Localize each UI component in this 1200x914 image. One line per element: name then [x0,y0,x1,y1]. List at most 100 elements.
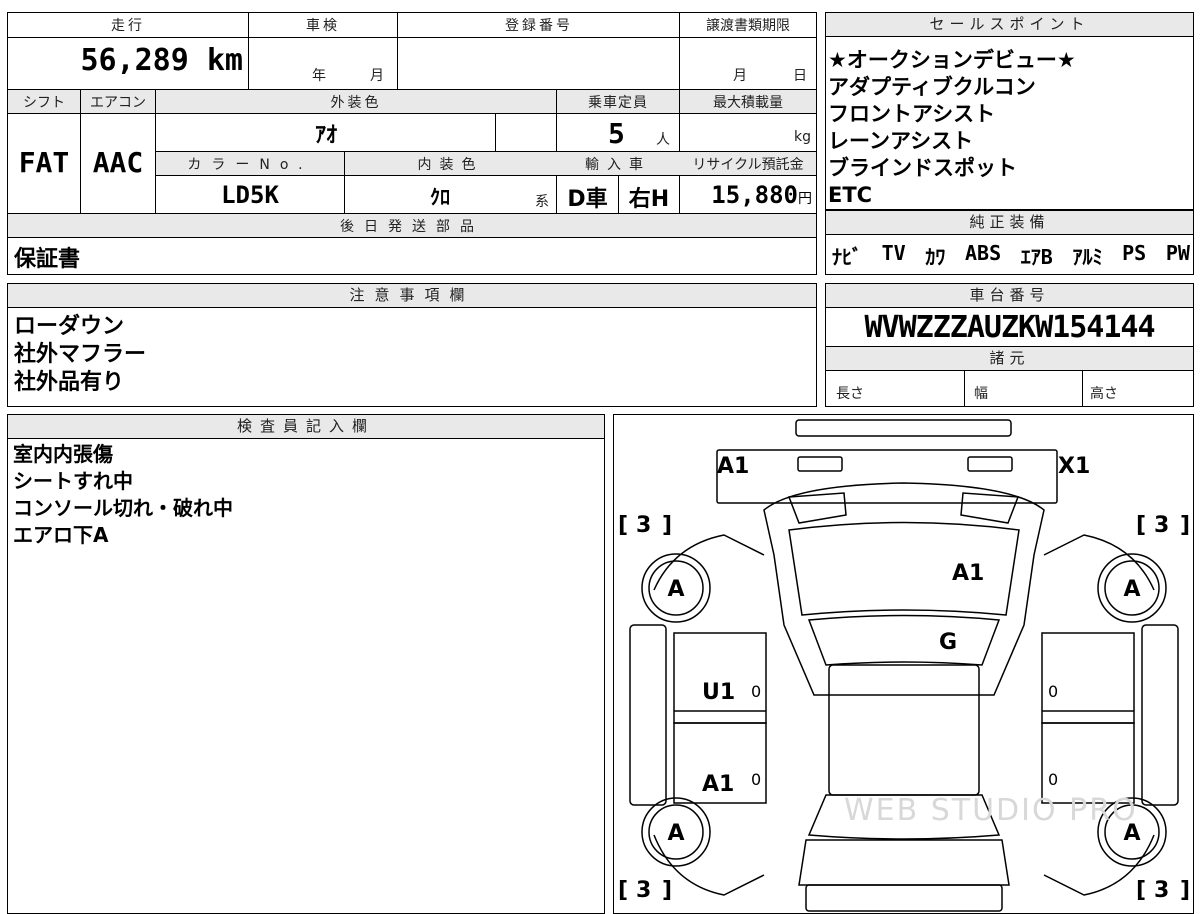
registration-label: 登録番号 [505,18,573,34]
load-label: 最大積載量 [713,95,783,111]
genuine-equipment-title: 純正装備 [826,211,1193,235]
color-no-value: LD5K [221,181,279,209]
tread-bracket-open: [ [618,513,628,538]
tire-label: A [1123,821,1140,846]
tire-label: A [1123,577,1140,602]
inspector-note-line: エアロ下A [13,523,109,547]
genuine-equipment-item: ｴｱB [1020,245,1053,269]
shaken-month: 月 [370,68,384,84]
tread-bracket-close: ] [1180,513,1190,538]
tire-label: A [667,821,684,846]
tread-bracket-close: ] [662,878,672,903]
genuine-equipment-item: TV [881,241,906,265]
shift-label: シフト [23,95,65,111]
mileage-number: 56,289 [80,43,189,78]
sales-point-item: ETC [828,183,873,207]
tread-value: 3 [636,878,651,903]
recycle-number: 15,880 [711,181,798,209]
exterior-label: 外装色 [330,95,382,111]
recycle-label: リサイクル預託金 [692,157,804,173]
damage-mark: G [939,630,957,655]
load-unit: kg [794,129,811,145]
width-label: 幅 [974,386,988,402]
inspector-note-line: シートすれ中 [13,469,133,493]
import-value: D車 [567,187,608,212]
genuine-equipment-item: ｱﾙﾐ [1072,245,1103,269]
inspector-title: 検査員記入欄 [8,415,604,439]
height-label: 高さ [1090,386,1118,402]
tread-bracket-close: ] [1180,878,1190,903]
spec-table: 走行 車検 登録番号 譲渡書類期限 56,289 km 年 月 月 日 シフト … [7,12,817,275]
car-diagram: WEB STUDIO PRO A1 X1 A1 G U1 A1 A A A A … [618,419,1190,912]
spec-dimensions-title: 諸元 [826,347,1193,371]
tread-bracket-close: ] [662,513,672,538]
interior-label: 内装色 [417,157,484,173]
damage-mark: A1 [952,561,984,586]
later-parts-label: 後日発送部品 [340,219,484,235]
recycle-unit: 円 [798,191,812,207]
transfer-month: 月 [733,68,747,84]
aircon-label: エアコン [90,95,146,111]
notes-title: 注意事項欄 [8,284,816,308]
genuine-equipment-item: ｶﾜ [925,245,946,269]
damage-mark: X1 [1058,454,1090,479]
genuine-equipment-list: ﾅﾋﾞ TV ｶﾜ ABS ｴｱB ｱﾙﾐ PS PW [832,241,1190,270]
color-no-label: カラーNo. [187,157,313,173]
sales-point-item: アダプティブクルコン [828,75,1036,99]
genuine-equipment-item: ﾅﾋﾞ [832,245,862,269]
notes-line: 社外品有り [14,370,125,395]
sales-points-list: ★オークションデビュー★ アダプティブクルコン フロントアシスト レーンアシスト ブライ… [828,47,1076,209]
sales-point-item: ★オークションデビュー★ [828,48,1076,72]
genuine-equipment-item: ABS [965,241,1002,265]
mileage-value: 56,289 km [8,43,243,78]
genuine-equipment-panel: 純正装備 ﾅﾋﾞ TV ｶﾜ ABS ｴｱB ｱﾙﾐ PS PW [825,210,1194,275]
tread-bracket-open: [ [1136,513,1146,538]
notes-line: 社外マフラー [14,342,147,367]
chassis-title: 車台番号 [826,284,1193,308]
shaken-year: 年 [312,68,326,84]
chassis-panel: 車台番号 WVWZZZAUZKW154144 諸元 長さ 幅 高さ [825,283,1194,407]
transfer-day: 日 [793,68,807,84]
sales-point-item: フロントアシスト [828,102,996,126]
notes-panel: 注意事項欄 ローダウン社外マフラー 社外品有り [7,283,817,407]
inspector-notes-list: 室内内張傷シートすれ中コンソール切れ・破れ中 エアロ下A [13,441,233,549]
door-zero: 0 [751,770,761,789]
inspector-panel: 検査員記入欄 室内内張傷シートすれ中コンソール切れ・破れ中 エアロ下A [7,414,605,914]
later-parts-value: 保証書 [14,247,81,272]
tread-value: 3 [1154,878,1169,903]
capacity-value: 5 [608,117,625,150]
capacity-unit: 人 [656,132,670,148]
tread-value: 3 [1154,513,1169,538]
import-label: 輸入車 [585,157,651,173]
inspector-note-line: 室内内張傷 [13,442,113,466]
exterior-value: ｱｵ [314,123,337,148]
tread-bracket-open: [ [618,878,628,903]
sales-points-panel: セールスポイント ★オークションデビュー★ アダプティブクルコン フロントアシストレ… [825,12,1194,210]
recycle-value: 15,880円 [680,181,812,209]
genuine-equipment-item: PW [1165,241,1190,265]
mileage-unit: km [206,43,243,78]
aircon-value: AAC [92,146,144,179]
interior-suffix: 系 [535,194,549,210]
chassis-number: WVWZZZAUZKW154144 [864,310,1155,345]
interior-value: ｸﾛ [430,185,450,209]
transfer-label: 譲渡書類期限 [706,18,790,34]
door-zero: 0 [1048,770,1058,789]
diagram-watermark: WEB STUDIO PRO [844,793,1138,828]
inspector-note-line: コンソール切れ・破れ中 [13,496,233,520]
capacity-label: 乗車定員 [588,95,648,111]
length-label: 長さ [836,386,864,402]
tread-bracket-open: [ [1136,878,1146,903]
notes-list: ローダウン社外マフラー 社外品有り [14,313,146,397]
damage-mark: A1 [717,454,749,479]
tread-value: 3 [636,513,651,538]
damage-mark: U1 [702,680,735,705]
door-zero: 0 [1048,682,1058,701]
door-zero: 0 [751,682,761,701]
sales-points-title: セールスポイント [826,13,1193,37]
tire-label: A [667,577,684,602]
genuine-equipment-item: PS [1122,241,1147,265]
notes-line: ローダウン [14,314,125,339]
shaken-label: 車検 [306,18,340,34]
damage-mark: A1 [702,772,734,797]
